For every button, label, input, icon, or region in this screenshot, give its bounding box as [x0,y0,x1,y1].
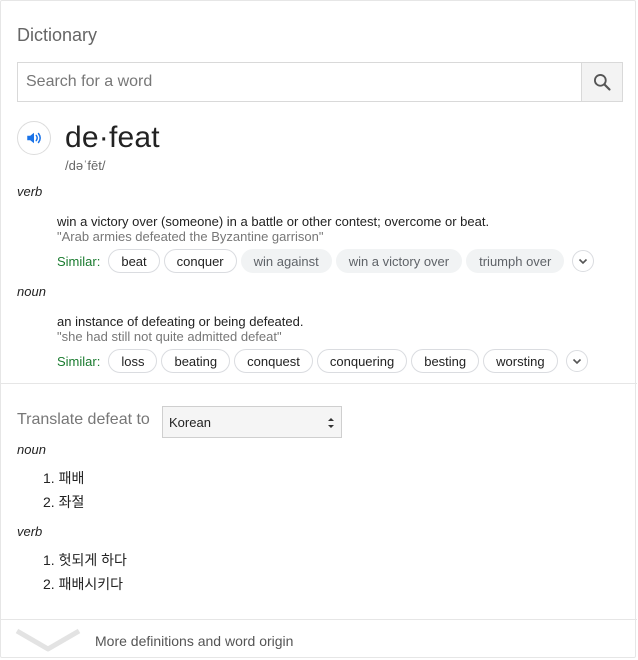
chevron-down-icon [579,258,588,265]
example: "she had still not quite admitted defeat… [57,329,282,344]
definition: win a victory over (someone) in a battle… [57,214,490,229]
divider [1,383,637,384]
translation-item: 2. 패배시키다 [43,576,123,592]
select-arrows-icon [328,418,334,428]
example: "Arab armies defeated the Byzantine garr… [57,229,324,244]
similar-chip[interactable]: win against [240,249,332,273]
similar-chip[interactable]: beat [108,249,160,273]
part-of-speech: noun [17,284,46,299]
translation-item: 1. 패배 [43,470,85,486]
search-icon [594,74,611,91]
part-of-speech: verb [17,184,43,199]
similar-chip[interactable]: conquest [234,349,313,373]
search-button[interactable] [581,63,622,101]
similar-chip[interactable]: triumph over [466,249,565,273]
similar-chip[interactable]: win a victory over [335,249,463,273]
pronunciation-button[interactable] [17,121,51,155]
headword: de·feat [65,121,160,154]
translation-pos: noun [17,442,46,457]
more-definitions-link[interactable]: More definitions and word origin [95,633,293,649]
similar-label: Similar: [57,253,101,269]
similar-chip[interactable]: loss [108,349,158,373]
more-definitions-toggle[interactable] [15,627,95,653]
similar-chip[interactable]: besting [411,349,480,373]
translation-list: 1. 패배 2. 좌절 [43,468,84,516]
translation-pos: verb [17,524,43,539]
translate-label: Translate defeat to [17,411,150,428]
similar-row: Similar: beat conquer win against win a … [57,248,595,274]
translation-item: 1. 헛되게 하다 [43,552,127,568]
phonetic: /dəˈfēt/ [65,158,106,173]
language-select[interactable]: Korean [162,406,342,438]
similar-label: Similar: [57,353,101,369]
similar-chip[interactable]: conquer [163,249,237,273]
speaker-icon [27,132,41,144]
search-input[interactable] [18,63,581,101]
similar-chip[interactable]: worsting [483,349,558,373]
dictionary-card: Dictionary de·feat /dəˈfēt/ verb win a v… [0,0,637,658]
similar-row: Similar: loss beating conquest conquerin… [57,348,588,374]
card-title: Dictionary [17,25,98,45]
translation-list: 1. 헛되게 하다 2. 패배시키다 [43,550,127,598]
expand-similar-button[interactable] [565,350,588,372]
language-select-value: Korean [169,414,211,430]
expand-similar-button[interactable] [572,250,595,272]
translation-item: 2. 좌절 [43,494,85,510]
definition: an instance of defeating or being defeat… [57,314,304,329]
similar-chip[interactable]: beating [161,349,231,373]
chevron-down-icon [15,628,81,652]
search-box [17,62,623,102]
divider [1,619,637,620]
similar-chip[interactable]: conquering [316,349,408,373]
chevron-down-icon [572,358,581,365]
